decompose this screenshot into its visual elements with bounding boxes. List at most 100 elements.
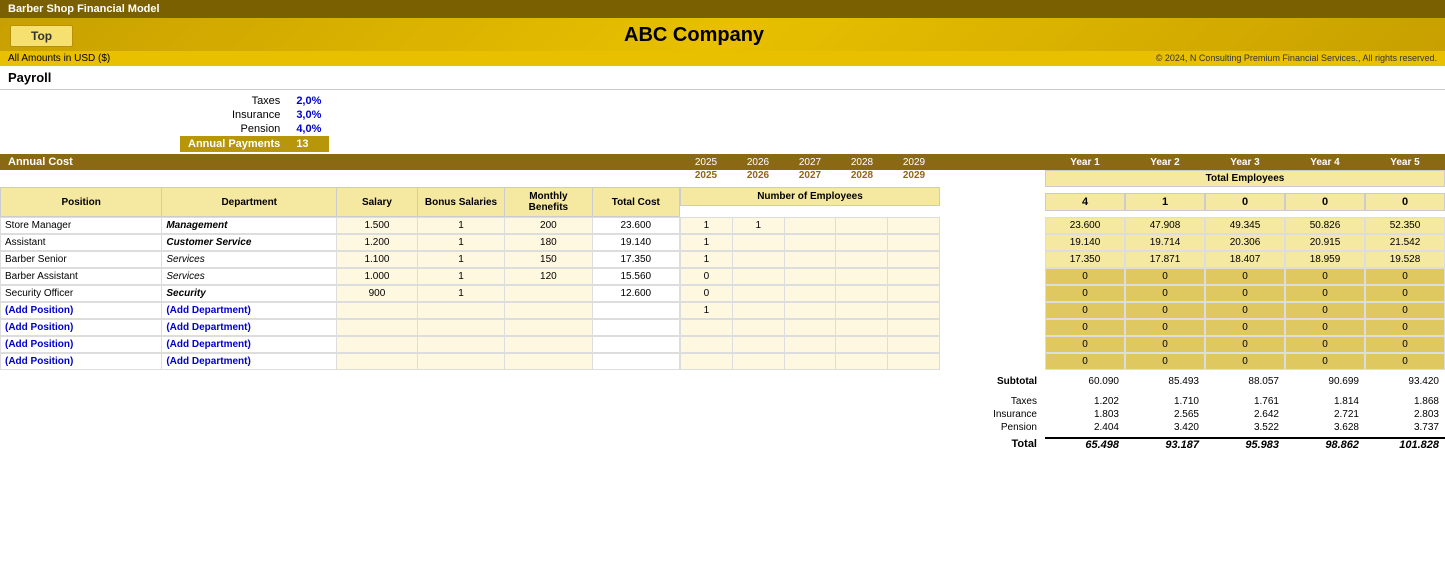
pos-salary-3[interactable]: 1.000 bbox=[337, 269, 418, 285]
pos-dept-5[interactable]: (Add Department) bbox=[162, 303, 337, 319]
th-bonus: Bonus Salaries bbox=[417, 188, 504, 217]
right-cell: 0 bbox=[1045, 336, 1125, 353]
emp-2028-2[interactable] bbox=[836, 252, 888, 268]
right-cell: 0 bbox=[1365, 285, 1445, 302]
pos-benefits-4[interactable] bbox=[505, 286, 592, 302]
taxes-y2: 1.710 bbox=[1125, 396, 1205, 407]
emp-2028-7[interactable] bbox=[836, 337, 888, 353]
emp-2026-4[interactable] bbox=[732, 286, 784, 302]
taxes-value[interactable]: 2,0% bbox=[288, 94, 329, 108]
pos-bonus-6[interactable] bbox=[417, 320, 504, 336]
pension-row: Pension 2.404 3.420 3.522 3.628 3.737 bbox=[925, 422, 1445, 433]
pos-salary-8[interactable] bbox=[337, 354, 418, 370]
pos-bonus-4[interactable]: 1 bbox=[417, 286, 504, 302]
emp-2028-5[interactable] bbox=[836, 303, 888, 319]
emp-2026-3[interactable] bbox=[732, 269, 784, 285]
emp-2025-6[interactable] bbox=[681, 320, 733, 336]
emp-2026-0[interactable]: 1 bbox=[732, 218, 784, 234]
emp-2025-7[interactable] bbox=[681, 337, 733, 353]
pos-bonus-3[interactable]: 1 bbox=[417, 269, 504, 285]
emp-2027-4[interactable] bbox=[784, 286, 836, 302]
th-position: Position bbox=[1, 188, 162, 217]
emp-2026-2[interactable] bbox=[732, 252, 784, 268]
pos-salary-5[interactable] bbox=[337, 303, 418, 319]
emp-2026-6[interactable] bbox=[732, 320, 784, 336]
pension-y3: 3.522 bbox=[1205, 422, 1285, 433]
emp-2029-3[interactable] bbox=[888, 269, 940, 285]
emp-2029-2[interactable] bbox=[888, 252, 940, 268]
emp-2029-8[interactable] bbox=[888, 354, 940, 370]
emp-2027-0[interactable] bbox=[784, 218, 836, 234]
emp-2029-7[interactable] bbox=[888, 337, 940, 353]
pos-dept-6[interactable]: (Add Department) bbox=[162, 320, 337, 336]
sub-year-2025: 2025 bbox=[680, 170, 732, 187]
emp-2028-3[interactable] bbox=[836, 269, 888, 285]
pos-benefits-1[interactable]: 180 bbox=[505, 235, 592, 251]
emp-2025-4[interactable]: 0 bbox=[681, 286, 733, 302]
emp-2025-0[interactable]: 1 bbox=[681, 218, 733, 234]
pos-dept-8[interactable]: (Add Department) bbox=[162, 354, 337, 370]
pos-total-5 bbox=[592, 303, 679, 319]
emp-2029-6[interactable] bbox=[888, 320, 940, 336]
insurance-y4: 2.721 bbox=[1285, 409, 1365, 420]
pension-value[interactable]: 4,0% bbox=[288, 122, 329, 136]
pos-name-5[interactable]: (Add Position) bbox=[1, 303, 162, 319]
pos-bonus-1[interactable]: 1 bbox=[417, 235, 504, 251]
emp-2027-8[interactable] bbox=[784, 354, 836, 370]
emp-2027-2[interactable] bbox=[784, 252, 836, 268]
emp-2028-4[interactable] bbox=[836, 286, 888, 302]
emp-2028-8[interactable] bbox=[836, 354, 888, 370]
emp-2028-1[interactable] bbox=[836, 235, 888, 251]
pos-salary-4[interactable]: 900 bbox=[337, 286, 418, 302]
pos-total-1: 19.140 bbox=[592, 235, 679, 251]
pos-bonus-8[interactable] bbox=[417, 354, 504, 370]
pos-name-7[interactable]: (Add Position) bbox=[1, 337, 162, 353]
emp-2028-6[interactable] bbox=[836, 320, 888, 336]
emp-2026-5[interactable] bbox=[732, 303, 784, 319]
pos-benefits-6[interactable] bbox=[505, 320, 592, 336]
pos-bonus-7[interactable] bbox=[417, 337, 504, 353]
pos-benefits-3[interactable]: 120 bbox=[505, 269, 592, 285]
pos-name-8[interactable]: (Add Position) bbox=[1, 354, 162, 370]
emp-2025-8[interactable] bbox=[681, 354, 733, 370]
emp-2026-1[interactable] bbox=[732, 235, 784, 251]
pos-name-6[interactable]: (Add Position) bbox=[1, 320, 162, 336]
pos-benefits-2[interactable]: 150 bbox=[505, 252, 592, 268]
annual-payments-value[interactable]: 13 bbox=[288, 136, 329, 152]
pos-total-8 bbox=[592, 354, 679, 370]
pos-dept-7[interactable]: (Add Department) bbox=[162, 337, 337, 353]
emp-2025-1[interactable]: 1 bbox=[681, 235, 733, 251]
insurance-value[interactable]: 3,0% bbox=[288, 108, 329, 122]
emp-2029-5[interactable] bbox=[888, 303, 940, 319]
emp-2025-2[interactable]: 1 bbox=[681, 252, 733, 268]
emp-2028-0[interactable] bbox=[836, 218, 888, 234]
emp-2029-4[interactable] bbox=[888, 286, 940, 302]
emp-2026-8[interactable] bbox=[732, 354, 784, 370]
sub-year-2026: 2026 bbox=[732, 170, 784, 187]
pos-bonus-0[interactable]: 1 bbox=[417, 218, 504, 234]
pos-bonus-2[interactable]: 1 bbox=[417, 252, 504, 268]
pos-benefits-5[interactable] bbox=[505, 303, 592, 319]
pos-benefits-7[interactable] bbox=[505, 337, 592, 353]
emp-2029-1[interactable] bbox=[888, 235, 940, 251]
pos-benefits-0[interactable]: 200 bbox=[505, 218, 592, 234]
emp-2027-3[interactable] bbox=[784, 269, 836, 285]
pos-salary-0[interactable]: 1.500 bbox=[337, 218, 418, 234]
emp-2027-6[interactable] bbox=[784, 320, 836, 336]
pos-salary-6[interactable] bbox=[337, 320, 418, 336]
subtotal-label: Subtotal bbox=[925, 376, 1045, 387]
pos-bonus-5[interactable] bbox=[417, 303, 504, 319]
pos-benefits-8[interactable] bbox=[505, 354, 592, 370]
top-button[interactable]: Top bbox=[10, 25, 73, 47]
pos-salary-1[interactable]: 1.200 bbox=[337, 235, 418, 251]
emp-2025-3[interactable]: 0 bbox=[681, 269, 733, 285]
emp-2025-5[interactable]: 1 bbox=[681, 303, 733, 319]
app-title-bar: Barber Shop Financial Model bbox=[0, 0, 1445, 18]
emp-2026-7[interactable] bbox=[732, 337, 784, 353]
emp-2027-5[interactable] bbox=[784, 303, 836, 319]
pos-salary-2[interactable]: 1.100 bbox=[337, 252, 418, 268]
emp-2027-7[interactable] bbox=[784, 337, 836, 353]
emp-2029-0[interactable] bbox=[888, 218, 940, 234]
pos-salary-7[interactable] bbox=[337, 337, 418, 353]
emp-2027-1[interactable] bbox=[784, 235, 836, 251]
